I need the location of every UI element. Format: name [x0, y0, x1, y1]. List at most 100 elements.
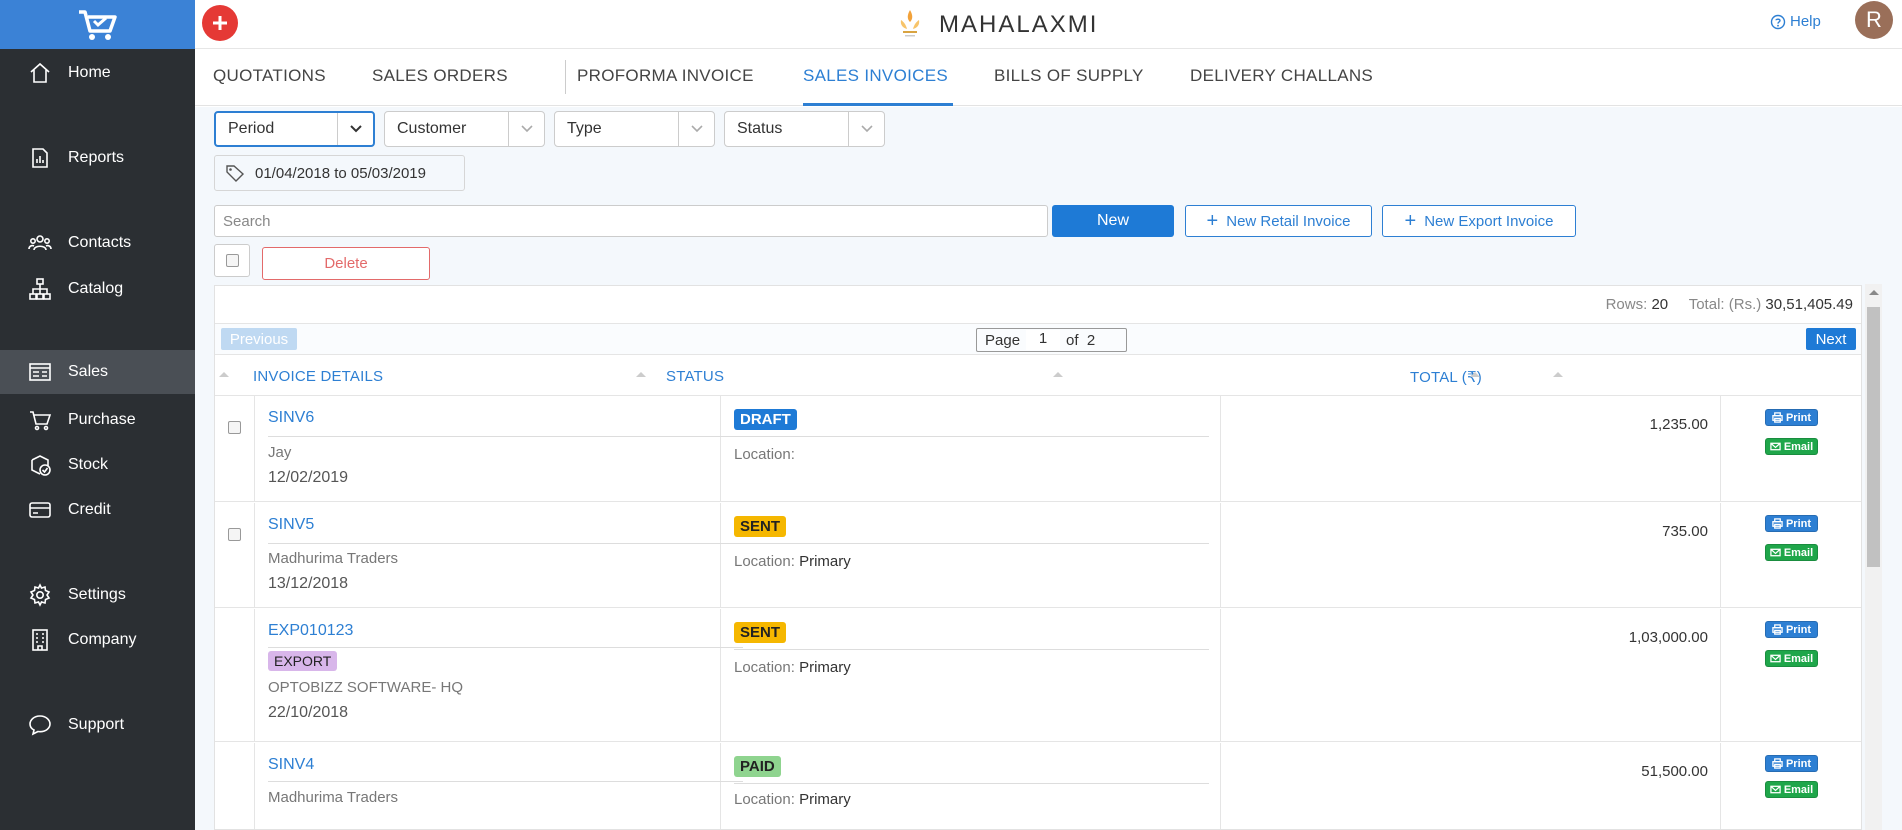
sidebar-item-purchase[interactable]: Purchase — [0, 398, 195, 442]
sidebar-item-contacts[interactable]: Contacts — [0, 221, 195, 265]
row-checkbox[interactable] — [228, 528, 241, 541]
help-link[interactable]: Help — [1770, 13, 1821, 30]
column-status[interactable]: STATUS — [666, 368, 724, 385]
search-input[interactable] — [214, 205, 1048, 237]
sidebar-item-support[interactable]: Support — [0, 703, 195, 747]
email-button[interactable]: Email — [1765, 781, 1818, 798]
status-badge: SENT — [734, 516, 787, 537]
print-button[interactable]: Print — [1765, 621, 1818, 638]
tab-delivery-challans[interactable]: DELIVERY CHALLANS — [1190, 66, 1373, 86]
previous-page-button[interactable]: Previous — [221, 328, 297, 350]
table-row[interactable]: SINV5 Madhurima Traders 13/12/2018 SENT … — [215, 503, 1861, 608]
vertical-scrollbar[interactable] — [1865, 284, 1882, 830]
status-cell: SENT Location: Primary — [721, 609, 1221, 741]
table-row[interactable]: SINV6 Jay 12/02/2019 DRAFT Location: 1,2… — [215, 396, 1861, 502]
invoice-total: 51,500.00 — [1641, 763, 1708, 780]
tab-sales-orders[interactable]: SALES ORDERS — [372, 66, 508, 86]
sidebar-item-label: Support — [68, 716, 125, 733]
email-button[interactable]: Email — [1765, 544, 1818, 561]
invoice-total: 735.00 — [1662, 523, 1708, 540]
print-label: Print — [1785, 411, 1812, 424]
stock-icon — [27, 452, 53, 478]
period-range-tag[interactable]: 01/04/2018 to 05/03/2019 — [214, 155, 465, 191]
sidebar-item-reports[interactable]: Reports — [0, 136, 195, 180]
sidebar-item-sales[interactable]: Sales — [0, 350, 195, 394]
row-checkbox[interactable] — [228, 421, 241, 434]
sidebar-item-stock[interactable]: Stock — [0, 443, 195, 487]
main-content: Period Customer Type Status 01/04/2018 t… — [195, 107, 1902, 830]
select-all-checkbox[interactable] — [225, 254, 239, 267]
invoice-total: 1,03,000.00 — [1628, 629, 1708, 646]
contacts-icon — [27, 230, 53, 256]
total-cell: 1,235.00 — [1221, 396, 1721, 501]
plus-icon — [213, 16, 227, 30]
user-avatar[interactable]: R — [1855, 1, 1893, 39]
tab-quotations[interactable]: QUOTATIONS — [213, 66, 326, 86]
sidebar-item-label: Catalog — [68, 280, 124, 297]
status-filter[interactable]: Status — [724, 111, 885, 147]
sales-icon — [27, 359, 53, 385]
type-filter[interactable]: Type — [554, 111, 715, 147]
sidebar-item-label: Credit — [68, 501, 111, 518]
printer-icon — [1772, 624, 1783, 635]
tab-sales-invoices[interactable]: SALES INVOICES — [803, 66, 948, 86]
print-button[interactable]: Print — [1765, 755, 1818, 772]
tab-bills-of-supply[interactable]: BILLS OF SUPPLY — [994, 66, 1144, 86]
delete-button[interactable]: Delete — [262, 247, 430, 280]
export-badge: EXPORT — [268, 651, 338, 671]
period-filter-label: Period — [228, 120, 275, 137]
sort-icon[interactable] — [1470, 372, 1480, 377]
tab-proforma-invoice[interactable]: PROFORMA INVOICE — [577, 66, 754, 86]
location-label: Location: — [734, 791, 795, 808]
new-invoice-button[interactable]: New — [1052, 205, 1174, 237]
type-filter-label: Type — [567, 120, 602, 137]
period-filter[interactable]: Period — [214, 111, 375, 147]
invoice-number-link[interactable]: SINV4 — [268, 756, 314, 774]
divider — [268, 543, 743, 544]
select-all-container — [214, 244, 250, 277]
invoice-number-link[interactable]: SINV6 — [268, 409, 314, 427]
new-retail-invoice-button[interactable]: + New Retail Invoice — [1185, 205, 1372, 237]
email-button[interactable]: Email — [1765, 438, 1818, 455]
new-export-invoice-button[interactable]: + New Export Invoice — [1382, 205, 1576, 237]
print-button[interactable]: Print — [1765, 515, 1818, 532]
row-select-cell — [215, 503, 255, 607]
customer-filter[interactable]: Customer — [384, 111, 545, 147]
invoice-number-link[interactable]: EXP010123 — [268, 622, 353, 640]
grand-total: 30,51,405.49 — [1765, 296, 1853, 313]
email-label: Email — [1783, 546, 1814, 559]
sidebar-item-catalog[interactable]: Catalog — [0, 267, 195, 311]
location-label: Location: — [734, 659, 795, 676]
sort-icon[interactable] — [636, 372, 646, 377]
sidebar-item-home[interactable]: Home — [0, 51, 195, 95]
company-logo-icon — [900, 10, 920, 37]
table-row[interactable]: SINV4 Madhurima Traders PAID Location: P… — [215, 743, 1861, 829]
status-cell: DRAFT Location: — [721, 396, 1221, 501]
divider — [734, 649, 1209, 650]
sort-icon[interactable] — [1553, 372, 1563, 377]
active-tab-indicator — [803, 103, 953, 106]
table-row[interactable]: EXP010123 EXPORT OPTOBIZZ SOFTWARE- HQ 2… — [215, 609, 1861, 742]
chevron-down-icon — [678, 112, 714, 146]
sidebar-item-company[interactable]: Company — [0, 618, 195, 662]
invoice-number-link[interactable]: SINV5 — [268, 516, 314, 534]
scroll-up-arrow-icon[interactable] — [1869, 290, 1879, 295]
next-page-button[interactable]: Next — [1806, 328, 1856, 350]
scrollbar-thumb[interactable] — [1867, 307, 1880, 567]
print-button[interactable]: Print — [1765, 409, 1818, 426]
quick-add-button[interactable] — [202, 5, 238, 41]
email-button[interactable]: Email — [1765, 650, 1818, 667]
page-number-input[interactable]: 1 — [1026, 330, 1061, 350]
column-total[interactable]: TOTAL (₹) — [1410, 368, 1482, 386]
sidebar-item-settings[interactable]: Settings — [0, 573, 195, 617]
sort-icon[interactable] — [219, 372, 229, 377]
top-bar: MAHALAXMI Help R — [195, 0, 1902, 49]
app-logo[interactable] — [0, 0, 195, 49]
sort-icon[interactable] — [1053, 372, 1063, 377]
print-label: Print — [1785, 623, 1812, 636]
sidebar-item-credit[interactable]: Credit — [0, 488, 195, 532]
location-value: Primary — [799, 553, 851, 570]
tab-divider — [565, 60, 566, 94]
invoice-details-cell: SINV6 Jay 12/02/2019 — [255, 396, 743, 501]
column-invoice-details[interactable]: INVOICE DETAILS — [253, 368, 383, 385]
